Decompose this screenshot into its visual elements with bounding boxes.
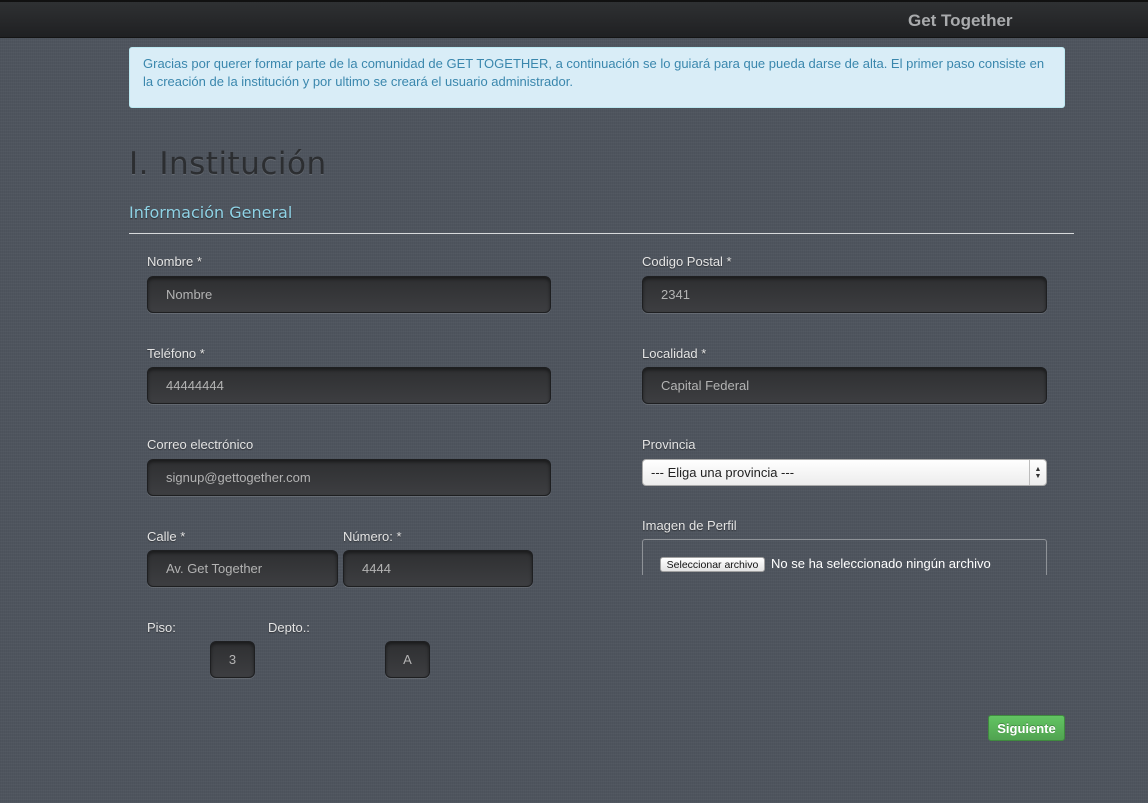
page-title: I. Institución <box>129 146 327 182</box>
codigo-postal-label: Codigo Postal * <box>642 254 732 269</box>
calle-label: Calle * <box>147 529 186 544</box>
provincia-selected-value: --- Eliga una provincia --- <box>651 465 795 480</box>
correo-input[interactable]: signup@gettogether.com <box>147 459 551 496</box>
info-alert: Gracias por querer formar parte de la co… <box>129 47 1065 108</box>
brand-link[interactable]: Get Together <box>908 11 1013 31</box>
codigo-postal-input[interactable]: 2341 <box>642 276 1047 313</box>
provincia-label: Provincia <box>642 437 696 452</box>
localidad-label: Localidad * <box>642 346 707 361</box>
nombre-label: Nombre * <box>147 254 202 269</box>
section-divider <box>129 233 1074 234</box>
provincia-select[interactable]: --- Eliga una provincia --- ▲ ▼ <box>642 459 1047 486</box>
select-arrows-icon: ▲ ▼ <box>1029 460 1046 485</box>
depto-input[interactable]: A <box>385 641 430 678</box>
next-button[interactable]: Siguiente <box>988 715 1065 741</box>
localidad-input[interactable]: Capital Federal <box>642 367 1047 404</box>
imagen-perfil-label: Imagen de Perfil <box>642 518 737 533</box>
piso-label: Piso: <box>147 620 176 635</box>
telefono-input[interactable]: 44444444 <box>147 367 551 404</box>
file-status-text: No se ha seleccionado ningún archivo <box>771 556 991 571</box>
numero-input[interactable]: 4444 <box>343 550 533 587</box>
piso-input[interactable]: 3 <box>210 641 255 678</box>
correo-label: Correo electrónico <box>147 437 254 452</box>
choose-file-button[interactable]: Seleccionar archivo <box>660 557 765 572</box>
telefono-label: Teléfono * <box>147 346 205 361</box>
numero-label: Número: * <box>343 529 402 544</box>
top-navbar: Get Together <box>0 0 1148 38</box>
depto-label: Depto.: <box>268 620 310 635</box>
nombre-input[interactable]: Nombre <box>147 276 551 313</box>
section-heading: Información General <box>129 203 293 222</box>
calle-input[interactable]: Av. Get Together <box>147 550 338 587</box>
